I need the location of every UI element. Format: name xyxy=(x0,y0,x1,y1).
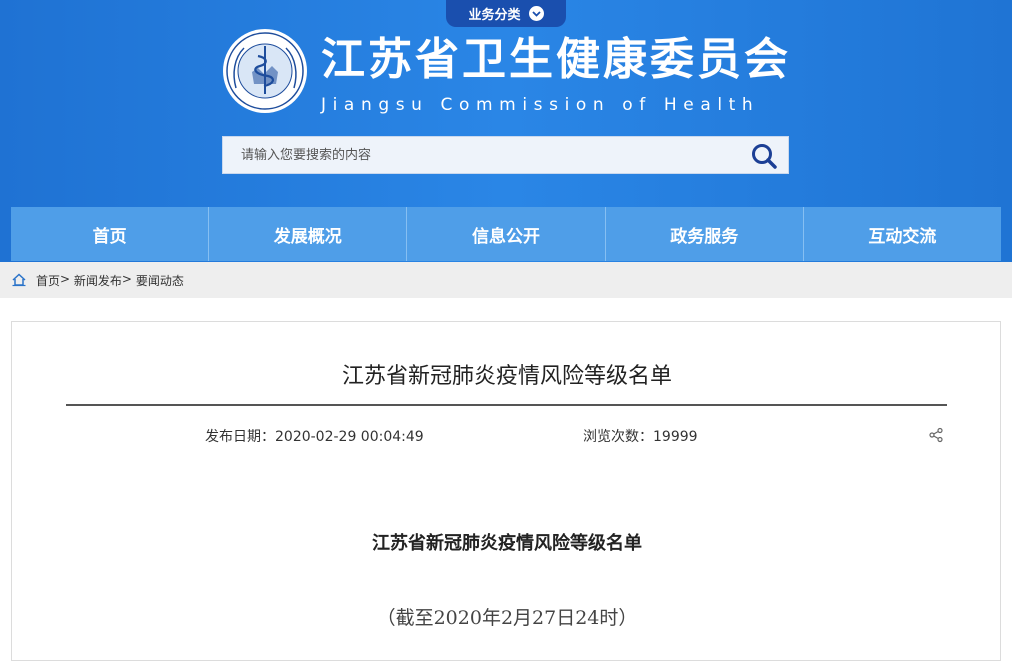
home-icon[interactable] xyxy=(12,273,26,287)
breadcrumb-separator: > xyxy=(60,271,71,286)
chevron-down-icon xyxy=(528,6,544,21)
business-category-label: 业务分类 xyxy=(468,8,521,23)
nav-item-development[interactable]: 发展概况 xyxy=(209,207,408,261)
breadcrumb: 首页 > 新闻发布 > 要闻动态 xyxy=(0,262,1012,298)
share-icon[interactable] xyxy=(928,427,944,443)
body-heading: 江苏省新冠肺炎疫情风险等级名单 xyxy=(372,533,642,554)
title-divider xyxy=(66,404,947,406)
main-nav: 首页 发展概况 信息公开 政务服务 互动交流 xyxy=(11,207,1002,261)
search-icon[interactable] xyxy=(750,142,778,170)
article-title: 江苏省新冠肺炎疫情风险等级名单 xyxy=(341,364,672,389)
publish-date: 发布日期：2020-02-29 00:04:49 xyxy=(205,429,424,445)
health-emblem-icon xyxy=(223,29,307,113)
breadcrumb-separator: > xyxy=(121,271,132,286)
breadcrumb-news[interactable]: 新闻发布 xyxy=(74,272,122,289)
search-bar xyxy=(222,136,789,174)
nav-item-home[interactable]: 首页 xyxy=(11,207,210,261)
view-count: 浏览次数：19999 xyxy=(583,429,698,445)
site-title-english: Jiangsu Commission of Health xyxy=(321,95,760,115)
site-header: 业务分类 江苏省卫生健康委员会 Jiangsu Commission of He… xyxy=(0,0,1012,262)
article-panel: 江苏省新冠肺炎疫情风险等级名单 发布日期：2020-02-29 00:04:49… xyxy=(11,321,1001,661)
body-subheading: （截至2020年2月27日24时） xyxy=(376,607,638,629)
site-title: 江苏省卫生健康委员会 xyxy=(321,34,791,85)
nav-item-services[interactable]: 政务服务 xyxy=(605,207,804,261)
business-category-button[interactable]: 业务分类 xyxy=(446,0,566,27)
search-input[interactable] xyxy=(223,137,743,173)
breadcrumb-current[interactable]: 要闻动态 xyxy=(136,272,184,289)
breadcrumb-home[interactable]: 首页 xyxy=(36,272,60,289)
nav-item-disclosure[interactable]: 信息公开 xyxy=(407,207,606,261)
nav-item-interaction[interactable]: 互动交流 xyxy=(803,207,1002,261)
